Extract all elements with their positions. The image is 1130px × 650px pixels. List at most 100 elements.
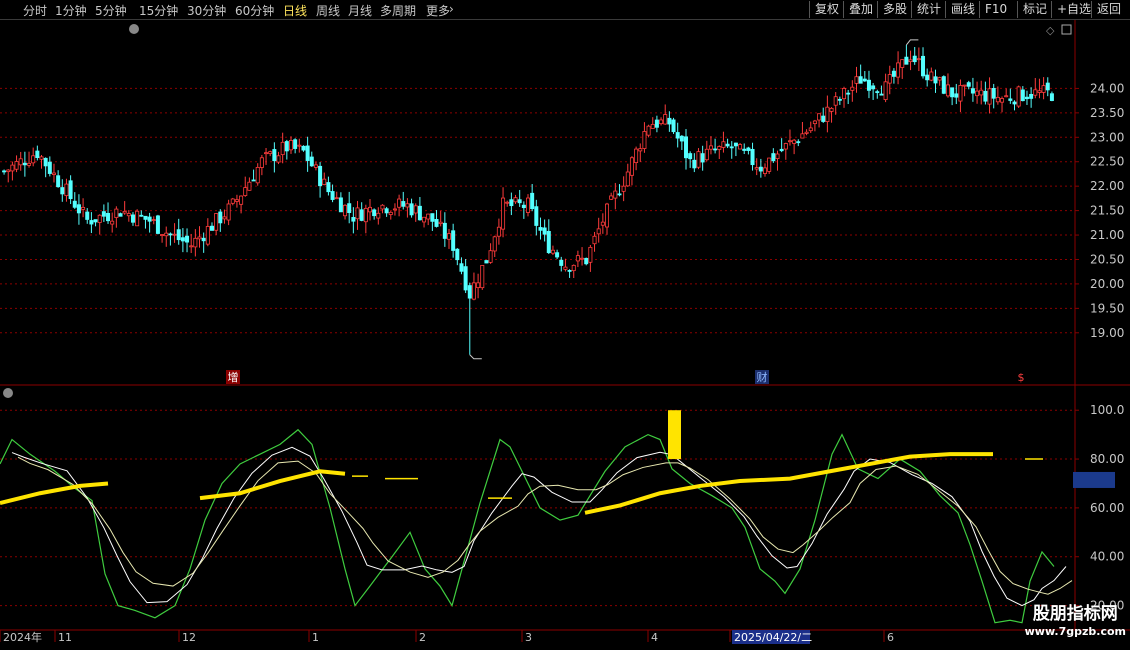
candle-body [775,153,780,159]
candle-body [534,206,539,226]
candle-body [804,131,809,134]
candle-body [293,139,298,149]
price-tick-label: 19.00 [1090,326,1124,340]
candle-body [455,248,460,261]
candle-body [650,123,655,129]
chevron-right-icon[interactable]: › [449,2,454,16]
candle-body [451,230,456,251]
candle-body [933,76,938,84]
event-marker-0: 增 [228,370,239,384]
candle-body [476,282,481,289]
period-tab-0[interactable]: 分时 [23,2,47,19]
candle-body [139,214,144,217]
candle-body [264,152,269,155]
candle-body [397,198,402,208]
crosshair-date-label: 2025/04/22/二 [734,631,812,644]
candle-body [101,211,106,217]
period-tab-10[interactable]: 更多 [426,2,450,19]
candle-body [1029,94,1034,99]
candle-body [330,191,335,200]
candle-body [842,88,847,100]
candle-body [912,55,917,63]
toolbar-button-3[interactable]: 统计 [911,1,946,18]
candle-body [372,209,377,217]
candle-body [164,232,169,237]
candle-body [309,156,314,167]
candle-body [388,211,393,215]
candle-body [64,183,69,197]
candle-body [559,259,564,266]
toolbar-button-1[interactable]: 叠加 [843,1,878,18]
candle-body [796,141,801,144]
candle-body [467,285,472,299]
toolbar-button-8[interactable]: 返回 [1091,1,1126,18]
toolbar-button-2[interactable]: 多股 [877,1,912,18]
candle-body [492,236,497,252]
watermark-url: www.7gpzb.com [1024,625,1126,638]
candle-body [226,203,231,221]
candle-body [958,85,963,102]
period-tab-5[interactable]: 60分钟 [235,2,274,19]
period-tab-4[interactable]: 30分钟 [187,2,226,19]
period-tab-6[interactable]: 日线 [283,2,307,19]
period-tab-8[interactable]: 月线 [348,2,372,19]
toolbar-button-0[interactable]: 复权 [809,1,844,18]
candle-body [621,185,626,192]
candle-body [413,205,418,214]
period-tab-9[interactable]: 多周期 [380,2,416,19]
candle-body [276,155,281,163]
period-tab-2[interactable]: 5分钟 [95,2,127,19]
candle-body [821,115,826,122]
toolbar-button-6[interactable]: 标记 [1017,1,1052,18]
toolbar-button-4[interactable]: 画线 [945,1,980,18]
candle-body [642,131,647,149]
candle-body [405,203,410,208]
candle-body [180,237,185,242]
candle-body [39,156,44,160]
period-tab-1[interactable]: 1分钟 [55,2,87,19]
candle-body [81,206,86,210]
candle-body [72,200,77,208]
candle-body [833,96,838,106]
candle-body [625,171,630,187]
candle-body [738,144,743,150]
candle-body [301,145,306,151]
watermark-name: 股朋指标网 [1032,604,1118,624]
candle-body [617,193,622,196]
candle-body [875,91,880,93]
candle-body [135,210,140,227]
segment-line-2 [17,456,1073,595]
candle-body [155,215,160,234]
candle-body [787,140,792,143]
candle-body [891,70,896,77]
candle-body [858,76,863,84]
candle-body [571,264,576,272]
candle-body [817,113,822,121]
candle-body [2,170,7,173]
candle-body [438,221,443,224]
toolbar-button-7[interactable]: +自选 [1051,1,1096,18]
candle-body [629,157,634,176]
period-tab-3[interactable]: 15分钟 [139,2,178,19]
candle-body [584,257,589,265]
candle-body [725,143,730,147]
candle-body [746,147,751,151]
candle-body [530,192,535,210]
candle-body [634,148,639,164]
candle-body [318,165,323,187]
candle-body [234,199,239,202]
period-tab-7[interactable]: 周线 [316,2,340,19]
high-leader-line [905,39,919,46]
candle-body [546,230,551,254]
candle-body [214,213,219,231]
candle-body [663,114,668,125]
candle-body [355,207,360,220]
candle-body [721,141,726,148]
candle-body [908,59,913,63]
candle-body [521,204,526,209]
toolbar-button-5[interactable]: F10 [979,1,1012,18]
candle-body [496,226,501,237]
candle-body [954,93,959,98]
candle-body [85,211,90,220]
event-marker-2: $ [1018,371,1025,384]
